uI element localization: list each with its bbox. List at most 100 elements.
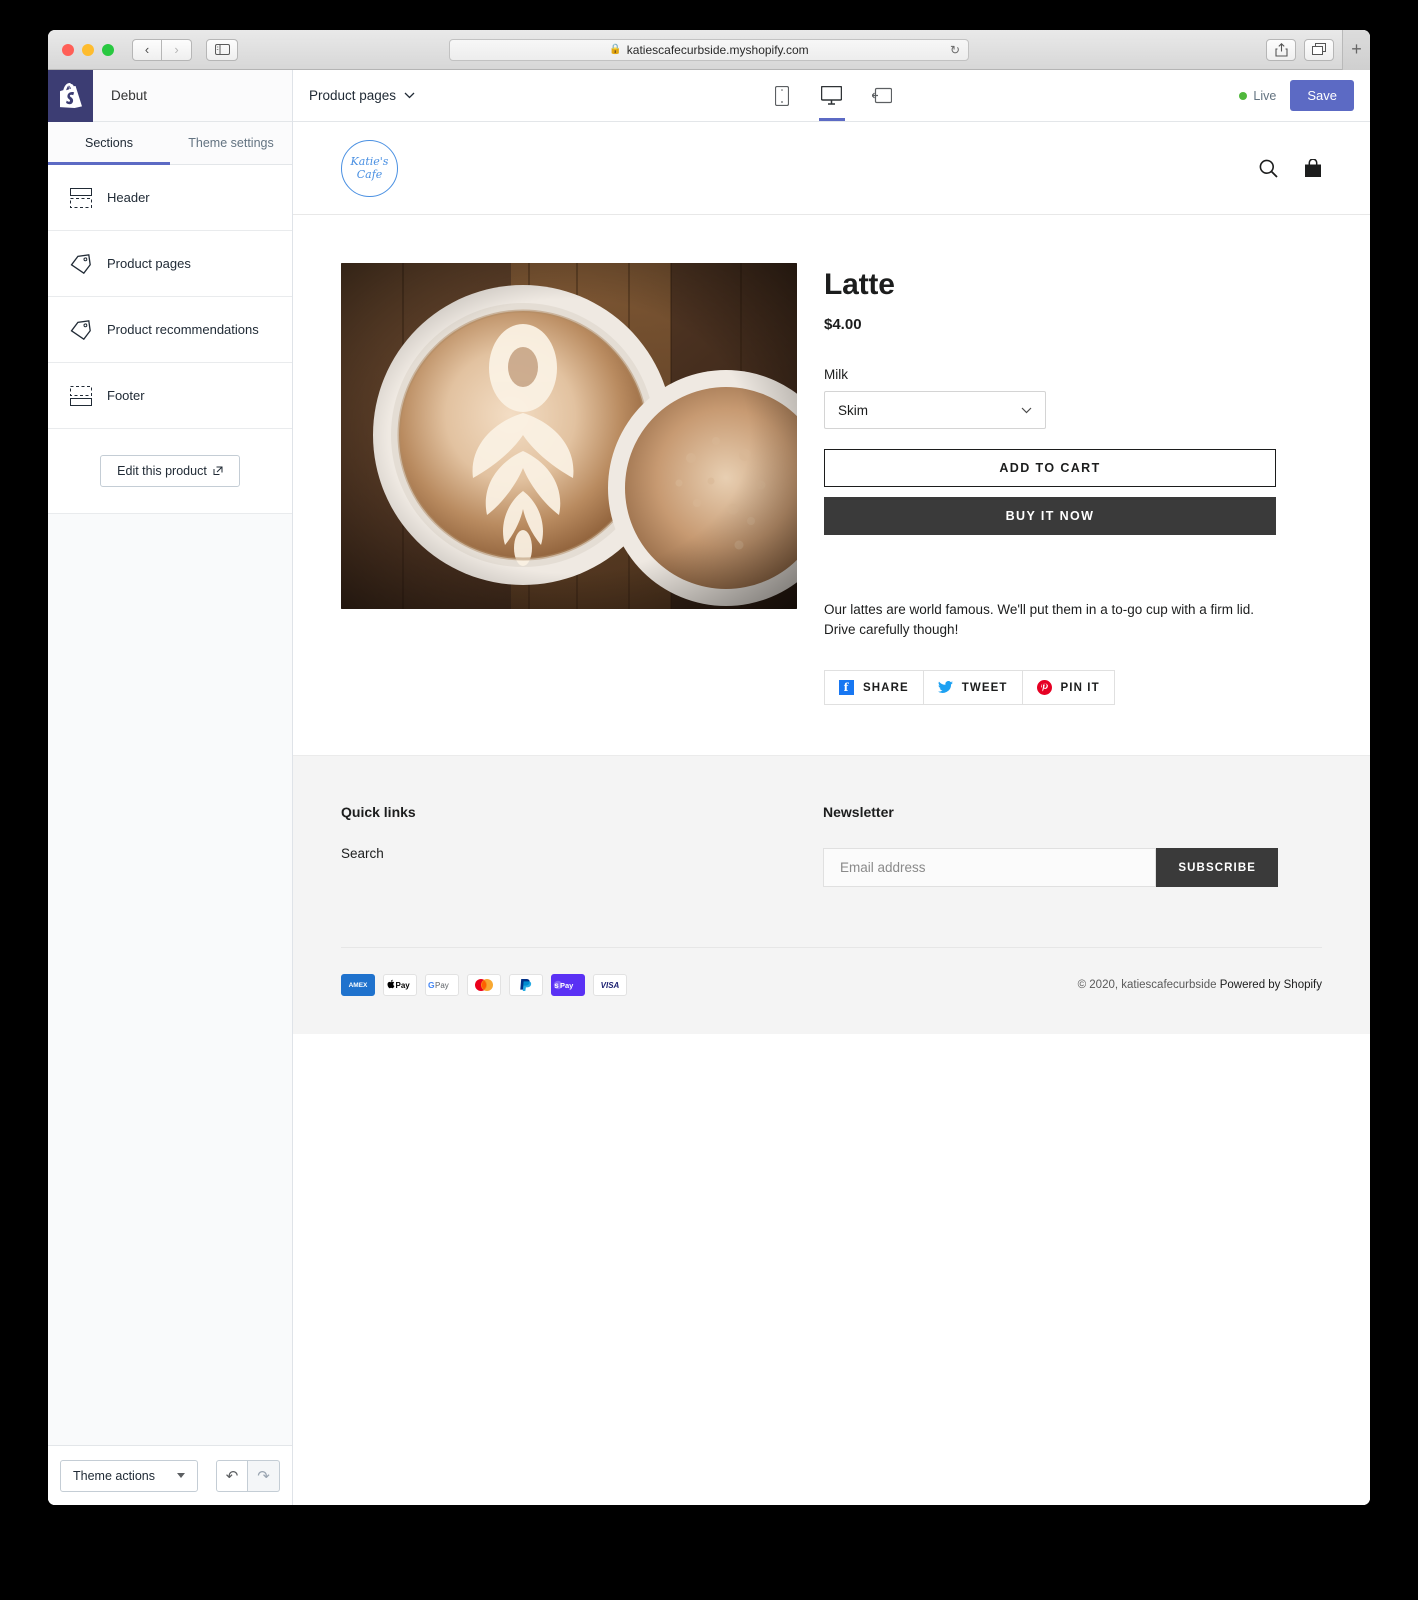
new-tab-button[interactable]: + <box>1342 30 1370 70</box>
sidebar-item-product-pages[interactable]: Product pages <box>48 231 292 297</box>
page-selector-label: Product pages <box>309 88 397 103</box>
milk-variant-select[interactable]: Skim <box>824 391 1046 429</box>
sidebar-item-label: Product recommendations <box>107 322 259 337</box>
tab-overview-icon[interactable] <box>1304 38 1334 61</box>
chevron-down-icon <box>176 1473 185 1478</box>
tab-sections[interactable]: Sections <box>48 122 170 165</box>
tag-icon <box>70 253 92 274</box>
sidebar-empty-space <box>48 513 292 1445</box>
sidebar-item-footer[interactable]: Footer <box>48 363 292 429</box>
copyright-label: © 2020, katiescafecurbside <box>1077 979 1217 991</box>
sidebar-item-product-recommendations[interactable]: Product recommendations <box>48 297 292 363</box>
share-pinterest-button[interactable]: PIN IT <box>1021 670 1115 705</box>
navigation-buttons[interactable]: ‹ › <box>132 38 192 61</box>
sidebar-brand-bar: Debut <box>48 69 292 122</box>
edit-this-product-button[interactable]: Edit this product <box>100 455 240 487</box>
visa-icon: VISA <box>593 974 627 996</box>
amex-icon: AMEX <box>341 974 375 996</box>
svg-text:Pay: Pay <box>435 981 449 990</box>
theme-editor: Debut Sections Theme settings Header Pro… <box>48 69 1370 1505</box>
share-label: TWEET <box>961 681 1008 694</box>
store-footer: Quick links Search Newsletter Email addr… <box>293 755 1370 1034</box>
search-icon[interactable] <box>1259 159 1278 178</box>
add-to-cart-button[interactable]: ADD TO CART <box>824 449 1276 487</box>
newsletter-title: Newsletter <box>823 804 894 820</box>
share-label: PIN IT <box>1060 681 1100 694</box>
sidebar-item-label: Product pages <box>107 256 191 271</box>
maximize-window-button[interactable] <box>102 43 114 56</box>
undo-redo-group: ↶ ↷ <box>216 1459 280 1492</box>
product-title: Latte <box>824 268 895 301</box>
url-text: katiescafecurbside.myshopify.com <box>626 42 809 57</box>
subscribe-button[interactable]: SUBSCRIBE <box>1156 848 1278 887</box>
payment-methods: AMEX Pay G Pay s Pay VISA <box>341 974 627 996</box>
tab-theme-settings[interactable]: Theme settings <box>170 122 292 164</box>
minimize-window-button[interactable] <box>82 43 94 56</box>
sidebar-item-header[interactable]: Header <box>48 165 292 231</box>
back-button[interactable]: ‹ <box>132 38 162 61</box>
theme-name-label: Debut <box>111 88 148 103</box>
copyright-text: © 2020, katiescafecurbside Powered by Sh… <box>1078 979 1322 991</box>
theme-actions-dropdown[interactable]: Theme actions <box>60 1459 198 1492</box>
powered-by-label[interactable]: Powered by Shopify <box>1220 979 1322 991</box>
external-link-icon <box>213 466 223 476</box>
social-share-row: f SHARE TWEET PIN IT <box>824 670 1276 705</box>
save-button[interactable]: Save <box>1290 80 1354 111</box>
chevron-down-icon <box>1021 407 1032 414</box>
undo-button[interactable]: ↶ <box>216 1459 248 1492</box>
fullscreen-preview-icon[interactable] <box>865 70 899 121</box>
email-field[interactable]: Email address <box>823 848 1157 887</box>
chevron-down-icon <box>404 92 415 99</box>
mastercard-icon <box>467 974 501 996</box>
editor-topbar: Product pages Live Save <box>293 70 1370 122</box>
share-icon[interactable] <box>1266 38 1296 61</box>
editor-main: Product pages Live Save Katie's Cafe Lat… <box>293 70 1370 1505</box>
product-price: $4.00 <box>824 316 862 333</box>
sidebar-toggle-icon[interactable] <box>206 38 238 61</box>
pinterest-icon <box>1036 680 1052 695</box>
header-section-icon <box>70 187 92 208</box>
store-logo[interactable]: Katie's Cafe <box>341 139 398 197</box>
editor-sidebar: Debut Sections Theme settings Header Pro… <box>48 69 293 1505</box>
facebook-icon: f <box>839 680 854 695</box>
sidebar-item-label: Header <box>107 190 150 205</box>
status-badge: Live <box>1239 89 1276 103</box>
edit-product-wrapper: Edit this product <box>48 429 292 513</box>
chrome-right-controls: + <box>1266 30 1370 70</box>
apple-pay-icon: Pay <box>383 974 417 996</box>
logo-line-1: Katie's <box>350 155 389 168</box>
share-twitter-button[interactable]: TWEET <box>922 670 1022 705</box>
footer-newsletter: Newsletter Email address SUBSCRIBE <box>823 804 1278 887</box>
live-label: Live <box>1253 88 1277 103</box>
buy-it-now-button[interactable]: BUY IT NOW <box>824 497 1276 535</box>
paypal-icon <box>509 974 543 996</box>
mobile-preview-icon[interactable] <box>765 70 799 121</box>
share-label: SHARE <box>863 681 909 694</box>
svg-text:s: s <box>554 981 559 990</box>
shopify-logo-icon[interactable] <box>48 69 93 122</box>
forward-button[interactable]: › <box>162 38 192 61</box>
footer-quick-links: Quick links Search <box>341 804 823 887</box>
product-image[interactable] <box>341 263 797 609</box>
window-controls[interactable] <box>62 43 114 56</box>
svg-text:Pay: Pay <box>396 981 411 990</box>
close-window-button[interactable] <box>62 43 74 56</box>
live-status-dot <box>1239 91 1248 100</box>
browser-window: ‹ › 🔒 katiescafecurbside.myshopify.com ↻… <box>48 30 1370 1505</box>
svg-text:G: G <box>428 980 435 990</box>
footer-section-icon <box>70 385 92 406</box>
variant-selected-value: Skim <box>838 402 868 418</box>
cart-icon[interactable] <box>1304 158 1322 178</box>
reload-button[interactable]: ↻ <box>950 43 960 57</box>
edit-product-label: Edit this product <box>117 464 207 478</box>
redo-button[interactable]: ↷ <box>248 1459 280 1492</box>
theme-actions-label: Theme actions <box>73 1468 155 1483</box>
footer-link-search[interactable]: Search <box>341 846 823 861</box>
lock-icon: 🔒 <box>609 44 622 55</box>
desktop-preview-icon[interactable] <box>815 70 849 121</box>
share-facebook-button[interactable]: f SHARE <box>824 670 923 705</box>
page-selector-dropdown[interactable]: Product pages <box>309 88 415 103</box>
variant-option-label: Milk <box>824 367 848 382</box>
address-bar[interactable]: 🔒 katiescafecurbside.myshopify.com ↻ <box>449 38 969 61</box>
footer-columns: Quick links Search Newsletter Email addr… <box>341 804 1322 887</box>
